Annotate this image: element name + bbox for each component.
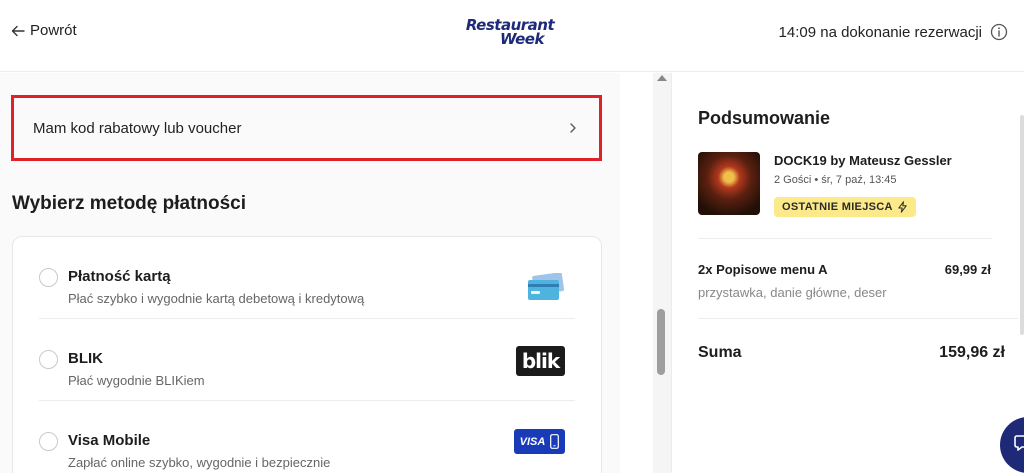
- voucher-label: Mam kod rabatowy lub voucher: [33, 119, 242, 137]
- restaurant-week-logo[interactable]: Restaurant Week: [460, 18, 560, 48]
- payment-title: Visa Mobile: [68, 432, 151, 449]
- order-item-name: 2x Popisowe menu A: [698, 262, 828, 277]
- payment-description: Płać szybko i wygodnie kartą debetową i …: [68, 291, 365, 306]
- chat-icon: [1014, 435, 1024, 451]
- restaurant-thumbnail: [698, 152, 760, 215]
- payment-option-visa-mobile[interactable]: Visa Mobile Zapłać online szybko, wygodn…: [39, 401, 575, 473]
- order-item-description: przystawka, danie główne, deser: [698, 285, 887, 300]
- total-value: 159,96 zł: [939, 344, 1005, 361]
- left-scrollbar[interactable]: [653, 73, 671, 473]
- payment-title: Płatność kartą: [68, 268, 171, 285]
- payment-description: Zapłać online szybko, wygodnie i bezpiec…: [68, 455, 331, 470]
- visa-mobile-logo: VISA: [514, 429, 565, 454]
- top-header: Powrót Restaurant Week 14:09 na dokonani…: [0, 0, 1024, 72]
- payment-option-card[interactable]: Płatność kartą Płać szybko i wygodnie ka…: [39, 237, 575, 319]
- logo-line-2: Week: [500, 30, 544, 48]
- radio-card[interactable]: [39, 268, 58, 287]
- back-button[interactable]: Powrót: [10, 22, 77, 39]
- visa-logo-text: VISA: [519, 435, 546, 448]
- badge-label: OSTATNIE MIEJSCA: [782, 201, 893, 213]
- chevron-right-icon: [570, 123, 576, 133]
- info-icon[interactable]: [990, 23, 1008, 41]
- status-badge: OSTATNIE MIEJSCA: [774, 197, 916, 217]
- credit-card-icon: [528, 273, 564, 300]
- summary-panel: Podsumowanie DOCK19 by Mateusz Gessler 2…: [672, 73, 1024, 473]
- radio-blik[interactable]: [39, 350, 58, 369]
- lightning-icon: [898, 201, 907, 213]
- order-item-price: 69,99 zł: [944, 262, 991, 277]
- right-scrollbar[interactable]: [1020, 115, 1024, 335]
- scroll-thumb[interactable]: [657, 309, 665, 375]
- blik-logo: blik: [516, 346, 565, 376]
- blik-logo-text: blik: [521, 349, 560, 373]
- reservation-timer: 14:09 na dokonanie rezerwacji: [779, 23, 1008, 41]
- summary-divider: [698, 238, 992, 239]
- total-label: Suma: [698, 344, 742, 361]
- voucher-button[interactable]: Mam kod rabatowy lub voucher: [11, 95, 602, 161]
- restaurant-name: DOCK19 by Mateusz Gessler: [774, 153, 952, 168]
- summary-divider: [698, 318, 1018, 319]
- payment-methods-list: Płatność kartą Płać szybko i wygodnie ka…: [12, 236, 602, 473]
- scroll-up-arrow-icon[interactable]: [657, 75, 667, 81]
- arrow-left-icon: [11, 25, 25, 36]
- back-label: Powrót: [30, 22, 77, 39]
- payment-panel: Mam kod rabatowy lub voucher Wybierz met…: [0, 73, 620, 473]
- payment-title: BLIK: [68, 350, 103, 367]
- payment-option-blik[interactable]: BLIK Płać wygodnie BLIKiem blik: [39, 319, 575, 401]
- payment-section-title: Wybierz metodę płatności: [12, 193, 247, 214]
- radio-visa-mobile[interactable]: [39, 432, 58, 451]
- phone-icon: [550, 434, 560, 449]
- timer-text: 14:09 na dokonanie rezerwacji: [778, 23, 982, 41]
- payment-description: Płać wygodnie BLIKiem: [68, 373, 205, 388]
- reservation-meta: 2 Gości • śr, 7 paź, 13:45: [774, 174, 897, 186]
- summary-title: Podsumowanie: [698, 108, 831, 128]
